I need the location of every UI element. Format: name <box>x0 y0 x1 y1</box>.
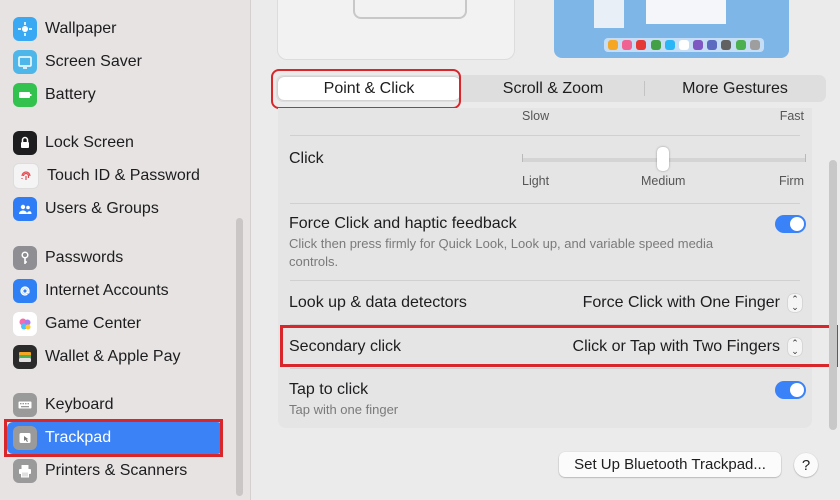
click-light-label: Light <box>522 174 550 188</box>
help-icon: ? <box>801 456 811 474</box>
wallpaper-icon <box>13 17 37 41</box>
main-content: Point & Click Scroll & Zoom More Gesture… <box>251 0 840 500</box>
tab-scroll-zoom[interactable]: Scroll & Zoom <box>462 75 644 102</box>
sidebar-item-keyboard[interactable]: Keyboard <box>7 389 223 421</box>
tap-to-click-toggle[interactable] <box>775 381 806 399</box>
gesture-preview-right <box>554 0 789 58</box>
slider-tick <box>522 154 523 162</box>
sidebar-item-label: Battery <box>45 86 96 103</box>
printer-icon <box>13 459 37 483</box>
sidebar-item-wallet[interactable]: Wallet & Apple Pay <box>7 341 223 373</box>
force-click-title: Force Click and haptic feedback <box>289 215 517 232</box>
trackpad-highlight-box <box>4 419 223 457</box>
sidebar-item-internet-accounts[interactable]: Internet Accounts <box>7 275 223 307</box>
keyboard-icon <box>13 393 37 417</box>
divider <box>290 135 800 136</box>
click-firm-label: Firm <box>779 174 804 188</box>
at-icon <box>13 279 37 303</box>
sidebar-item-label: Users & Groups <box>45 200 159 217</box>
divider <box>290 368 800 369</box>
dock-preview <box>604 38 764 52</box>
divider <box>290 203 800 204</box>
sidebar-item-battery[interactable]: Battery <box>7 79 223 111</box>
sidebar-item-label: Passwords <box>45 249 124 266</box>
wallet-icon <box>13 345 37 369</box>
tracking-fast-label: Fast <box>779 109 804 123</box>
sidebar-item-screen-saver[interactable]: Screen Saver <box>7 46 223 78</box>
battery-icon <box>13 83 37 107</box>
tap-to-click-subtitle: Tap with one finger <box>289 402 399 417</box>
sidebar-item-label: Touch ID & Password <box>47 167 200 184</box>
game-center-icon <box>13 312 37 336</box>
lock-icon <box>13 131 37 155</box>
key-icon <box>13 246 37 270</box>
point-click-highlight-box <box>271 69 461 109</box>
force-click-subtitle: Click then press firmly for Quick Look, … <box>289 236 714 269</box>
sidebar-item-wallpaper[interactable]: Wallpaper <box>7 13 223 45</box>
sidebar-item-label: Game Center <box>45 315 142 332</box>
button-label: Set Up Bluetooth Trackpad... <box>574 456 766 473</box>
gesture-preview-left <box>277 0 515 60</box>
tab-label: Scroll & Zoom <box>502 79 604 97</box>
divider <box>290 280 800 281</box>
tab-more-gestures[interactable]: More Gestures <box>644 75 826 102</box>
force-click-toggle[interactable] <box>775 215 806 233</box>
look-up-select[interactable]: Force Click with One Finger <box>583 294 780 312</box>
sidebar-item-users-groups[interactable]: Users & Groups <box>7 193 223 225</box>
look-up-stepper-icon[interactable]: ⌃ ⌄ <box>788 294 802 312</box>
click-title: Click <box>289 150 324 167</box>
slider-tick <box>805 154 806 162</box>
users-icon <box>13 197 37 221</box>
tab-label: More Gestures <box>682 79 788 97</box>
main-scrollbar[interactable] <box>829 160 837 430</box>
tap-to-click-title: Tap to click <box>289 381 369 398</box>
screen-saver-icon <box>13 50 37 74</box>
sidebar-scrollbar[interactable] <box>236 218 243 496</box>
sidebar-item-touch-id[interactable]: Touch ID & Password <box>7 160 223 192</box>
sidebar-item-label: Screen Saver <box>45 53 142 70</box>
sidebar-item-label: Wallet & Apple Pay <box>45 348 181 365</box>
secondary-click-highlight-box <box>280 325 838 367</box>
sidebar-item-label: Wallpaper <box>45 20 117 37</box>
sidebar-item-label: Keyboard <box>45 396 114 413</box>
look-up-title: Look up & data detectors <box>289 294 467 311</box>
sidebar-item-game-center[interactable]: Game Center <box>7 308 223 340</box>
sidebar-item-label: Printers & Scanners <box>45 462 188 479</box>
help-button[interactable]: ? <box>794 453 818 477</box>
settings-panel: Slow Fast Click Light Medium Firm Force … <box>278 108 812 428</box>
sidebar-item-printers-scanners[interactable]: Printers & Scanners <box>7 455 223 487</box>
sidebar-item-label: Internet Accounts <box>45 282 169 299</box>
click-medium-label: Medium <box>641 174 686 188</box>
click-slider-knob[interactable] <box>657 147 669 171</box>
setup-bluetooth-trackpad-button[interactable]: Set Up Bluetooth Trackpad... <box>559 452 781 477</box>
sidebar-item-passwords[interactable]: Passwords <box>7 242 223 274</box>
tracking-slow-label: Slow <box>522 109 550 123</box>
fingerprint-icon <box>13 163 39 189</box>
sidebar-item-lock-screen[interactable]: Lock Screen <box>7 127 223 159</box>
sidebar-item-label: Lock Screen <box>45 134 134 151</box>
